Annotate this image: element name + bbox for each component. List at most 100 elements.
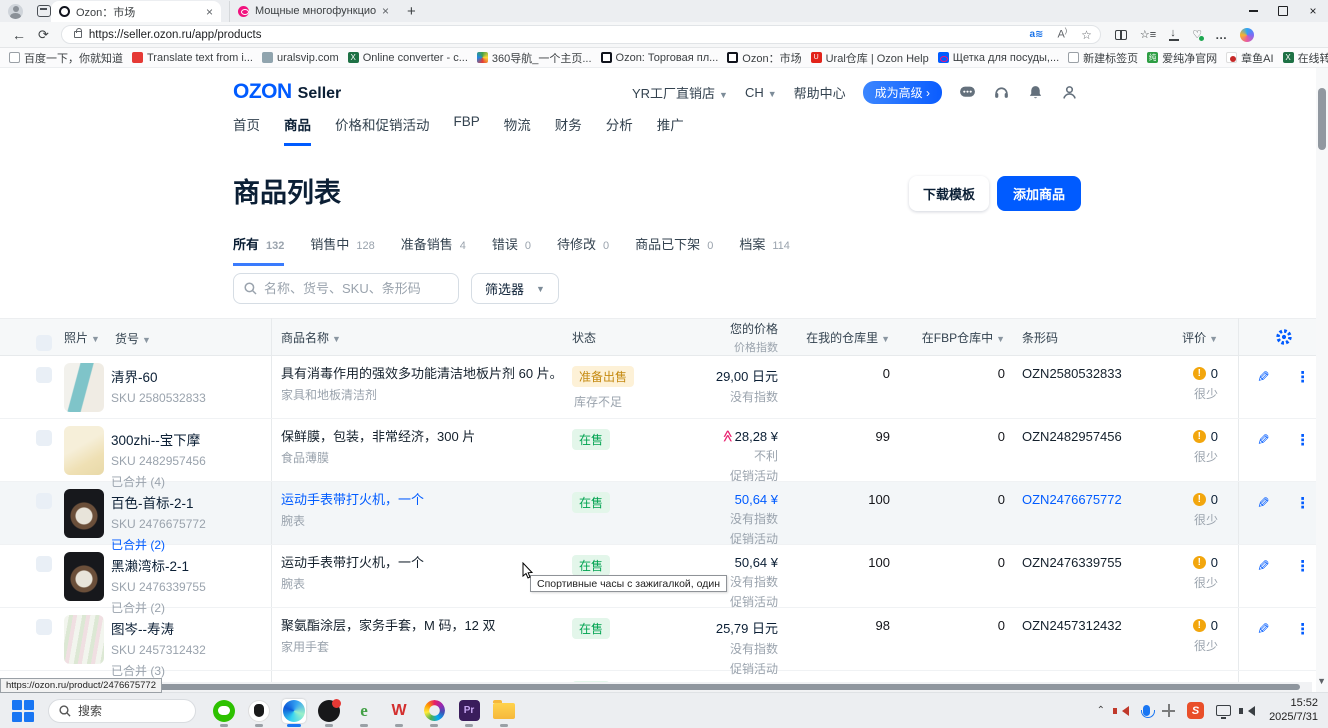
user-icon[interactable] <box>1061 84 1078 101</box>
table-row[interactable]: 百色-首标-2-1SKU 2476675772已合并 (2) 运动手表带打火机，… <box>0 482 1328 545</box>
product-name[interactable]: 聚氨酯涂层，家务手套，M 码，12 双 <box>281 618 563 634</box>
table-row[interactable]: 图岑--寿涛SKU 2457312432已合并 (3) 聚氨酯涂层，家务手套，M… <box>0 608 1328 671</box>
back-icon[interactable]: ← <box>12 27 26 43</box>
remote-tool-icon[interactable] <box>1162 704 1175 717</box>
tray-expand-icon[interactable]: ⌃ <box>1097 705 1105 716</box>
premiere-icon[interactable]: Pr <box>457 699 481 723</box>
ozon-seller-logo[interactable]: OZONSeller <box>233 80 341 104</box>
language-selector[interactable]: CH▼ <box>745 85 777 100</box>
taskbar-clock[interactable]: 15:52 2025/7/31 <box>1269 697 1318 725</box>
microphone-icon[interactable] <box>1143 705 1150 716</box>
edit-icon[interactable]: ✎ <box>1257 368 1270 418</box>
row-checkbox[interactable] <box>36 493 52 509</box>
bookmark-brush[interactable]: Щетка для посуды,... <box>938 52 1059 64</box>
bookmark-uralsvip[interactable]: uralsvip.com <box>262 52 339 64</box>
tab-errors[interactable]: 错误0 <box>492 234 531 266</box>
translate-icon[interactable]: a≋ <box>1030 29 1044 40</box>
barcode-link[interactable]: OZN2476675772 <box>1022 492 1122 507</box>
bookmark-pure[interactable]: 纯爱纯净官网 <box>1147 50 1217 66</box>
table-row-partial[interactable]: 在售 <box>0 671 1328 682</box>
select-all-checkbox[interactable] <box>36 335 52 351</box>
maximize-button[interactable] <box>1268 0 1298 22</box>
wechat-icon[interactable] <box>212 699 236 723</box>
edge-icon[interactable] <box>282 699 306 723</box>
favorite-star-icon[interactable]: ☆ <box>1081 28 1092 42</box>
bookmark-ural-help[interactable]: UUral仓库 | Ozon Help <box>811 50 929 66</box>
tab-all[interactable]: 所有132 <box>233 234 284 266</box>
become-premium-button[interactable]: 成为高级 › <box>863 81 942 104</box>
header-fbp[interactable]: 在FBP仓库中▼ <box>890 329 1005 346</box>
settings-ellipsis-icon[interactable]: … <box>1215 28 1227 42</box>
read-aloud-icon[interactable]: A) <box>1057 28 1067 41</box>
profile-avatar[interactable] <box>8 4 23 19</box>
sogou-input-icon[interactable]: S <box>1187 702 1204 719</box>
vertical-scrollbar[interactable]: ▼ <box>1316 68 1328 692</box>
tab-archive[interactable]: 档案114 <box>739 234 790 266</box>
table-row[interactable]: 300zhi--宝下摩SKU 2482957456已合并 (4) 保鲜膜，包装，… <box>0 419 1328 482</box>
product-thumbnail[interactable] <box>64 489 104 538</box>
product-name[interactable]: 具有消毒作用的强效多功能清洁地板片剂 60 片。 <box>281 366 563 382</box>
taskbar-search[interactable]: 搜索 <box>48 699 196 723</box>
product-thumbnail[interactable] <box>64 363 104 412</box>
nav-products[interactable]: 商品 <box>284 114 311 146</box>
edit-icon[interactable]: ✎ <box>1257 431 1270 481</box>
product-thumbnail[interactable] <box>64 615 104 664</box>
qq-icon[interactable] <box>247 699 271 723</box>
more-actions-icon[interactable]: ⋮ <box>1295 431 1310 481</box>
more-actions-icon[interactable]: ⋮ <box>1295 557 1310 607</box>
scroll-down-arrow-icon[interactable]: ▼ <box>1317 676 1326 686</box>
browser-e-icon[interactable]: e <box>352 699 376 723</box>
nav-pricing[interactable]: 价格和促销活动 <box>335 114 430 146</box>
minimize-button[interactable] <box>1238 0 1268 22</box>
header-photo[interactable]: 照片▼ <box>64 329 111 346</box>
table-settings[interactable] <box>1238 318 1328 356</box>
product-thumbnail[interactable] <box>64 426 104 475</box>
header-name[interactable]: 商品名称▼ <box>272 329 563 346</box>
display-icon[interactable] <box>1216 705 1231 716</box>
horizontal-scrollbar[interactable] <box>0 682 1312 692</box>
browser-essentials-icon[interactable]: ♡ <box>1192 28 1202 41</box>
split-screen-icon[interactable] <box>1115 30 1127 40</box>
refresh-icon[interactable]: ⟳ <box>38 27 49 43</box>
more-actions-icon[interactable]: ⋮ <box>1295 494 1310 544</box>
edit-icon[interactable]: ✎ <box>1257 620 1270 670</box>
bookmark-baidu[interactable]: 百度一下，你就知道 <box>9 50 123 66</box>
wps-icon[interactable]: W <box>387 699 411 723</box>
table-row[interactable]: 清界-60SKU 2580532833 具有消毒作用的强效多功能清洁地板片剂 6… <box>0 356 1328 419</box>
row-checkbox[interactable] <box>36 430 52 446</box>
nav-promotion[interactable]: 推广 <box>657 114 684 146</box>
add-product-button[interactable]: 添加商品 <box>997 176 1081 211</box>
store-selector[interactable]: YR工厂直销店▼ <box>632 83 728 102</box>
browser-tab-ozon[interactable]: Ozon：市场 × <box>51 1 221 22</box>
tab-ready[interactable]: 准备销售4 <box>401 234 466 266</box>
price-link[interactable]: 50,64 ¥ <box>683 492 778 507</box>
product-name[interactable]: 保鲜膜，包装，非常经济，300 片 <box>281 429 563 445</box>
new-tab-button[interactable]: + <box>407 3 416 20</box>
media-player-icon[interactable] <box>317 699 341 723</box>
nav-fbp[interactable]: FBP <box>454 114 480 146</box>
gear-icon[interactable] <box>1275 328 1293 346</box>
lock-icon[interactable] <box>74 31 82 38</box>
tab-selling[interactable]: 销售中128 <box>310 234 374 266</box>
row-checkbox[interactable] <box>36 556 52 572</box>
bookmark-ozon-market[interactable]: Ozon：市场 <box>727 50 801 66</box>
muted-speaker-icon[interactable] <box>1117 706 1129 716</box>
tab-to-fix[interactable]: 待修改0 <box>557 234 609 266</box>
nav-analytics[interactable]: 分析 <box>606 114 633 146</box>
scrollbar-thumb[interactable] <box>4 684 1300 690</box>
nav-home[interactable]: 首页 <box>233 114 260 146</box>
header-art[interactable]: 货号▼ <box>111 318 272 356</box>
collections-icon[interactable]: ☆≡ <box>1140 28 1156 41</box>
product-search[interactable] <box>233 273 459 304</box>
bookmark-newtab[interactable]: 新建标签页 <box>1068 50 1138 66</box>
bookmark-360nav[interactable]: 360导航_一个主页... <box>477 50 592 66</box>
tab-close-icon[interactable]: × <box>382 4 389 18</box>
nav-finance[interactable]: 财务 <box>555 114 582 146</box>
downloads-icon[interactable] <box>1169 30 1179 40</box>
scrollbar-thumb[interactable] <box>1318 88 1326 150</box>
headset-icon[interactable] <box>993 84 1010 101</box>
start-button[interactable] <box>12 700 34 722</box>
row-checkbox[interactable] <box>36 619 52 635</box>
edit-icon[interactable]: ✎ <box>1257 494 1270 544</box>
more-actions-icon[interactable]: ⋮ <box>1295 620 1310 670</box>
